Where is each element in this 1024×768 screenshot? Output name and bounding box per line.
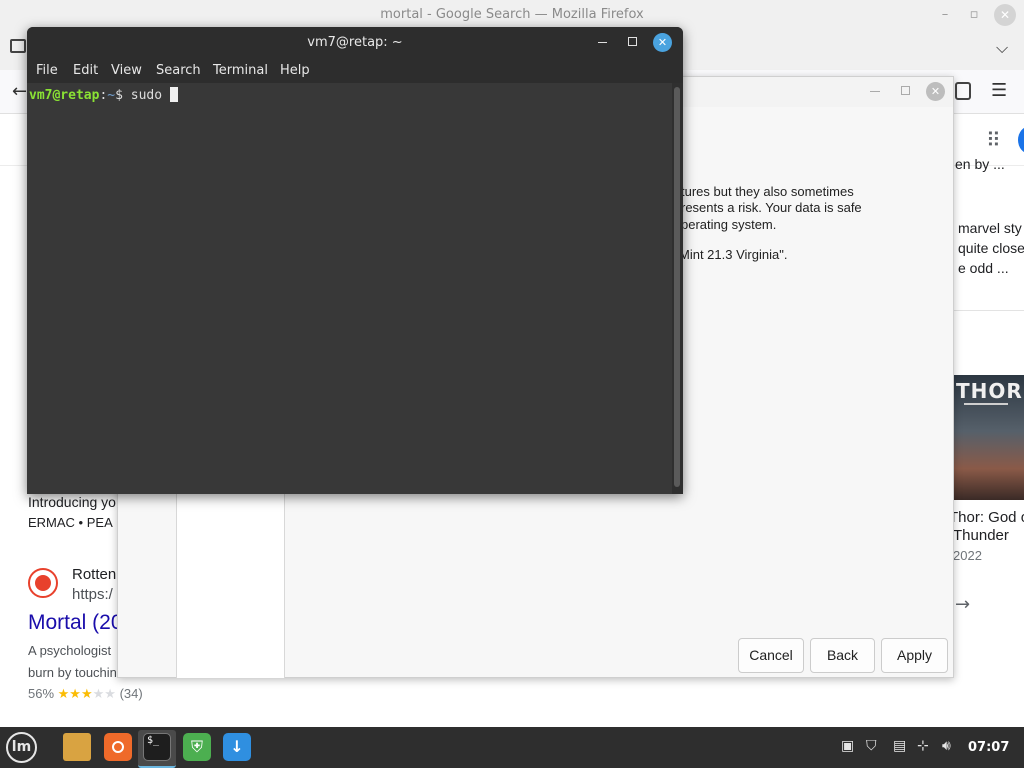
- menu-help[interactable]: Help: [280, 63, 310, 78]
- dialog-text-line-3: perating system.: [681, 217, 777, 232]
- dialog-text-line-1: tures but they also sometimes: [681, 184, 854, 199]
- taskbar-update[interactable]: ↓: [218, 730, 256, 768]
- left-snippet-2: ERMAC • PEA: [28, 515, 113, 530]
- rating-count: (34): [119, 686, 143, 701]
- taskbar-shield[interactable]: ⛨: [178, 730, 216, 768]
- dialog-minimize-button[interactable]: [870, 91, 880, 92]
- extensions-icon[interactable]: [955, 82, 971, 100]
- right-snippet-1: en by ...: [955, 156, 1005, 172]
- firefox-minimize-button[interactable]: –: [934, 4, 956, 26]
- taskbar-files[interactable]: [58, 730, 96, 768]
- carousel-next-arrow-icon[interactable]: →: [955, 594, 970, 615]
- tomato-logo-mark: [35, 575, 51, 591]
- divider: [954, 310, 1024, 311]
- terminal-close-button[interactable]: ✕: [653, 33, 672, 52]
- dialog-maximize-button[interactable]: [901, 86, 910, 95]
- terminal-window: vm7@retap: ~ ✕ File Edit View Search Ter…: [27, 27, 683, 494]
- account-avatar[interactable]: [1018, 126, 1024, 154]
- thor-year: 2022: [953, 548, 982, 563]
- apply-button[interactable]: Apply: [881, 638, 948, 673]
- taskbar-firefox[interactable]: [99, 730, 137, 768]
- text-cursor: [169, 87, 178, 102]
- menu-icon[interactable]: lm: [6, 732, 37, 763]
- volume-tray-icon[interactable]: 🔊︎: [942, 738, 951, 754]
- rating-percent: 56%: [28, 686, 55, 701]
- cancel-button[interactable]: Cancel: [738, 638, 804, 673]
- firefox-close-button[interactable]: ✕: [994, 4, 1016, 26]
- firefox-titlebar: mortal - Google Search — Mozilla Firefox…: [0, 0, 1024, 30]
- result-title-link[interactable]: Mortal (20: [28, 611, 123, 635]
- prompt-user-host: vm7@retap: [29, 88, 100, 103]
- terminal-icon: $_: [143, 733, 171, 761]
- firefox-window-title: mortal - Google Search — Mozilla Firefox: [380, 7, 644, 22]
- list-tabs-chevron-icon[interactable]: ⌵: [996, 38, 1008, 58]
- dialog-text-line-2: resents a risk. Your data is safe: [681, 200, 862, 215]
- right-snippet-3: quite close t: [958, 240, 1024, 256]
- notes-tray-icon[interactable]: ▣: [841, 738, 854, 754]
- scrollbar-thumb[interactable]: [674, 87, 680, 487]
- dialog-close-button[interactable]: ✕: [926, 82, 945, 101]
- update-icon: ↓: [223, 733, 251, 761]
- rating-stars-empty: ★★: [92, 686, 116, 701]
- prompt-path: ~: [107, 88, 116, 103]
- thor-poster-image[interactable]: THOR: [954, 375, 1024, 500]
- security-tray-icon[interactable]: ⛉: [866, 738, 877, 754]
- app-menu-icon[interactable]: ☰: [991, 80, 1007, 101]
- rating-stars-filled: ★★★: [57, 686, 93, 701]
- google-apps-icon[interactable]: ⠿: [986, 128, 1001, 152]
- typed-command: sudo: [122, 88, 170, 103]
- left-snippet-1: Introducing yo: [28, 494, 116, 510]
- thor-caption-line-2[interactable]: Thunder: [953, 527, 1009, 544]
- terminal-prompt-line: vm7@retap:~$ sudo: [29, 87, 178, 103]
- firefox-icon-mark: [112, 741, 124, 753]
- result-source-name[interactable]: Rotten: [72, 566, 116, 583]
- menu-terminal[interactable]: Terminal: [213, 63, 268, 78]
- result-description-2: burn by touchin: [28, 665, 117, 680]
- clock[interactable]: 07:07: [968, 740, 1009, 755]
- files-icon: [63, 733, 91, 761]
- right-snippet-4: e odd ...: [958, 260, 1009, 276]
- terminal-minimize-button[interactable]: [598, 42, 607, 43]
- prompt-symbol: $: [115, 88, 123, 103]
- terminal-maximize-button[interactable]: [628, 37, 637, 46]
- menu-edit[interactable]: Edit: [73, 63, 98, 78]
- thor-poster-title: THOR: [956, 379, 1023, 403]
- back-button[interactable]: Back: [810, 638, 875, 673]
- right-snippet-2: marvel sty: [958, 220, 1022, 236]
- back-arrow-icon[interactable]: ←: [12, 81, 27, 102]
- result-description-1: A psychologist: [28, 643, 112, 658]
- thor-caption-line-1[interactable]: Thor: God of: [949, 509, 1024, 526]
- shield-icon: ⛨: [183, 733, 211, 761]
- taskbar: lm $_ ⛨ ↓ ▣ ⛉ ▤ ⊹ 🔊︎ 07:07: [0, 727, 1024, 768]
- menu-view[interactable]: View: [111, 63, 142, 78]
- poster-subtitle-line: [964, 403, 1008, 405]
- result-url[interactable]: https:/: [72, 586, 113, 603]
- rotten-tomatoes-favicon: [28, 568, 58, 598]
- result-rating: 56% ★★★★★ (34): [28, 686, 143, 702]
- firefox-maximize-button[interactable]: ▫: [963, 4, 985, 26]
- terminal-menubar: File Edit View Search Terminal Help: [27, 57, 683, 83]
- menu-search[interactable]: Search: [156, 63, 201, 78]
- terminal-title: vm7@retap: ~: [307, 35, 403, 50]
- dialog-text-line-4: Mint 21.3 Virginia".: [679, 247, 788, 262]
- terminal-content[interactable]: vm7@retap:~$ sudo: [27, 83, 672, 494]
- firefox-icon: [104, 733, 132, 761]
- menu-file[interactable]: File: [36, 63, 58, 78]
- tab-overview-icon[interactable]: [10, 39, 26, 53]
- taskbar-terminal[interactable]: $_: [138, 730, 176, 768]
- terminal-scrollbar[interactable]: [672, 83, 683, 494]
- network-tray-icon[interactable]: ⊹: [917, 738, 929, 754]
- clipboard-tray-icon[interactable]: ▤: [893, 738, 906, 754]
- terminal-titlebar[interactable]: vm7@retap: ~ ✕: [27, 27, 683, 57]
